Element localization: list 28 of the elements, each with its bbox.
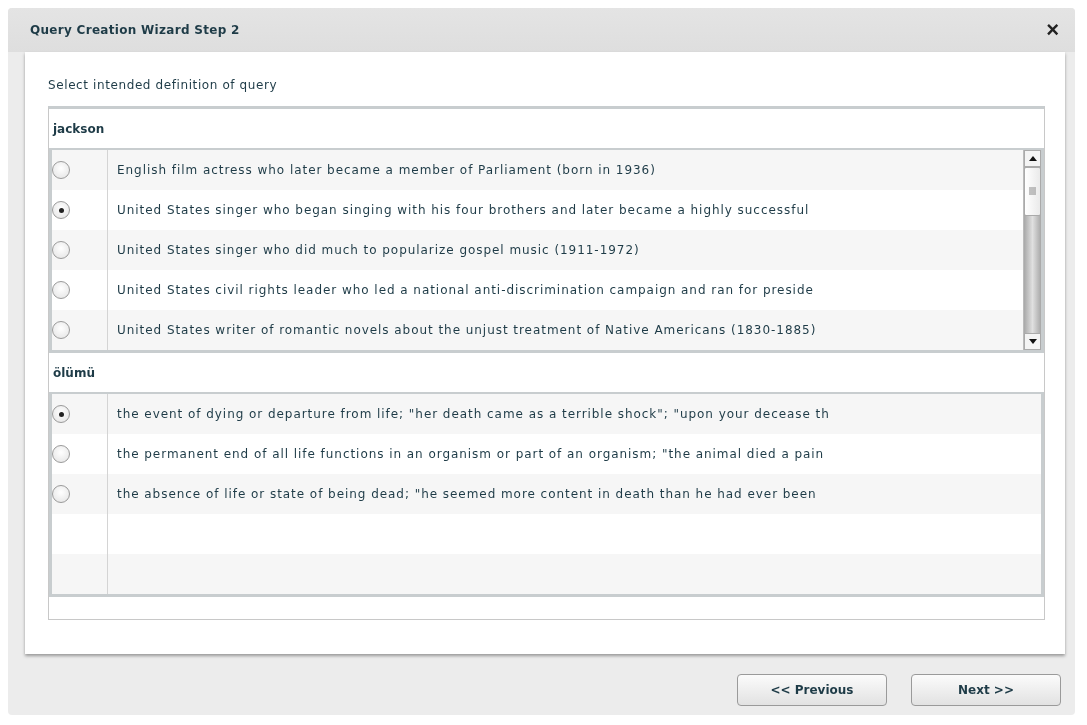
radio-button[interactable]: [52, 321, 70, 339]
radio-button[interactable]: [52, 445, 70, 463]
previous-button[interactable]: << Previous: [737, 673, 887, 706]
definition-text: United States singer who did much to popularize gospel music (1911-1972): [116, 243, 640, 257]
scrollbar[interactable]: [1023, 150, 1041, 350]
definition-text: the event of dying or departure from life; "her death came as a terrible shock"; "upon your decease th: [116, 407, 830, 421]
radio-button[interactable]: [52, 405, 70, 423]
scroll-down-button[interactable]: [1024, 333, 1041, 350]
definition-text: English film actress who later became a member of Parliament (born in 1936): [116, 163, 656, 177]
radio-button[interactable]: [52, 241, 70, 259]
definition-text: United States civil rights leader who led a national anti-discrimination campaign and ran for preside: [116, 283, 814, 297]
scroll-thumb[interactable]: [1024, 167, 1041, 216]
next-button[interactable]: Next >>: [911, 673, 1061, 706]
definition-text: United States singer who began singing with his four brothers and later became a highly successful: [116, 203, 810, 217]
radio-button[interactable]: [52, 485, 70, 503]
definition-text: the permanent end of all life functions in an organism or part of an organism; "the animal died a pain: [116, 447, 825, 461]
window-title: Query Creation Wizard Step 2: [30, 23, 240, 37]
down-arrow-icon: [1028, 339, 1037, 344]
definition-text: the absence of life or state of being dead; "he seemed more content in death than he had ever been: [116, 487, 817, 501]
grip-icon: [1029, 187, 1036, 196]
instruction-text: Select intended definition of query: [48, 78, 279, 92]
definition-text: United States writer of romantic novels about the unjust treatment of Native Americans (1830-1885): [116, 323, 817, 337]
radio-button[interactable]: [52, 201, 70, 219]
radio-button[interactable]: [52, 281, 70, 299]
close-button[interactable]: ×: [1042, 19, 1063, 41]
scroll-up-button[interactable]: [1024, 150, 1041, 167]
up-arrow-icon: [1028, 156, 1037, 161]
radio-button[interactable]: [52, 161, 70, 179]
